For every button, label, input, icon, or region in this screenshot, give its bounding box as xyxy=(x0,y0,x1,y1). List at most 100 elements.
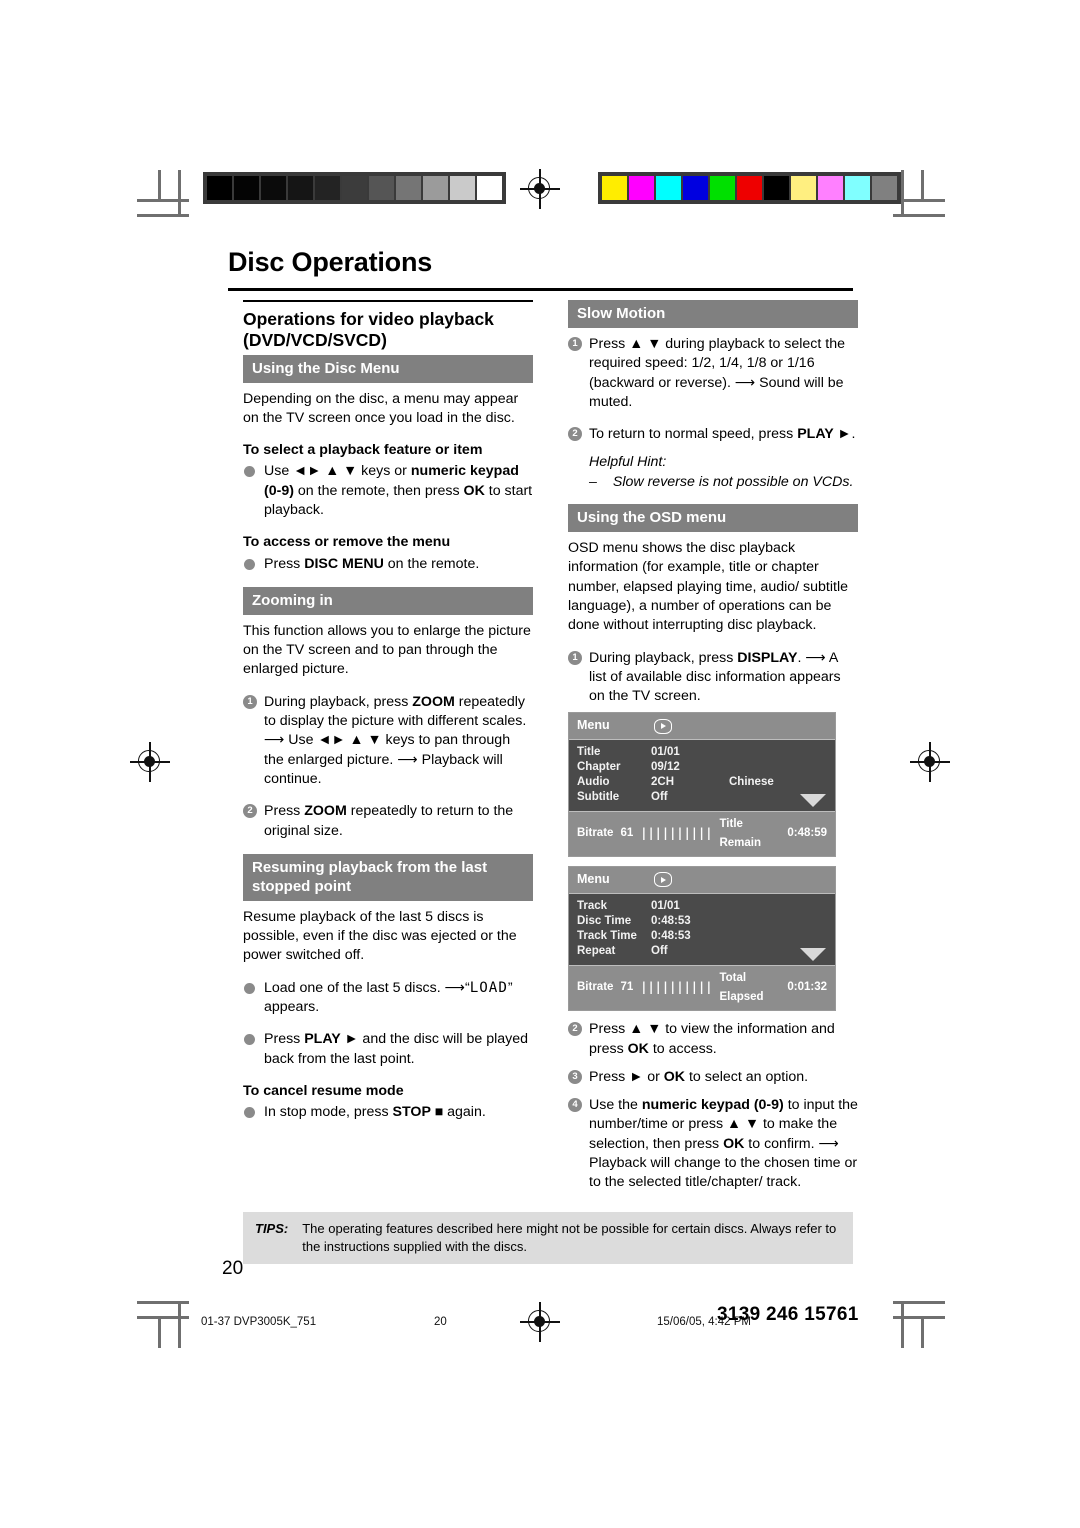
resuming-intro: Resume playback of the last 5 discs is p… xyxy=(243,908,517,964)
emphasis: ZOOM xyxy=(304,803,347,820)
calibration-swatch xyxy=(234,176,259,200)
osd-row-value: Off xyxy=(651,944,668,957)
updown-keys-icon: ▲ ▼ xyxy=(629,1021,662,1038)
chevron-down-icon[interactable] xyxy=(800,793,826,807)
bullet-icon xyxy=(244,982,255,994)
osd-row[interactable]: Track 01/01 xyxy=(577,899,827,914)
bullet-icon xyxy=(244,466,255,478)
emphasis: OK xyxy=(463,482,485,499)
calibration-swatch xyxy=(845,176,870,200)
calibration-swatch xyxy=(396,176,421,200)
osd-row-key: Repeat xyxy=(577,944,616,957)
play-icon xyxy=(653,872,672,888)
osd-row-value: 09/12 xyxy=(651,760,680,773)
osd-row-value: 0:48:53 xyxy=(651,914,691,927)
text: Load one of the last 5 discs. xyxy=(264,979,441,996)
arrow-right-icon: ⟶ xyxy=(264,732,285,749)
osd-title-bar: Menu xyxy=(569,713,835,740)
chevron-down-icon[interactable] xyxy=(800,947,826,961)
osd-row[interactable]: Disc Time 0:48:53 xyxy=(577,914,827,929)
step-number-badge: 2 xyxy=(568,1022,582,1037)
text: or xyxy=(643,1068,664,1085)
section-bar-zooming-in: Zooming in xyxy=(243,586,533,615)
arrow-right-icon: ⟶ xyxy=(734,374,756,391)
osd-row-key: Disc Time xyxy=(577,914,632,927)
list-item: 4 Use the numeric keypad (0-9) to input … xyxy=(568,1096,858,1192)
section-bar-using-osd-menu: Using the OSD menu xyxy=(568,504,858,533)
list-item: 2 Press ▲ ▼ to view the information and … xyxy=(568,1020,858,1059)
osd-remaining-value: 0:48:59 xyxy=(787,827,827,840)
list-item: 3 Press ► or OK to select an option. xyxy=(568,1068,858,1087)
emphasis: DISC MENU xyxy=(304,555,384,572)
step-number-badge: 1 xyxy=(243,694,257,709)
crop-mark-top-right-v2 xyxy=(901,170,904,216)
osd-row[interactable]: Chapter 09/12 xyxy=(577,760,827,775)
osd-row[interactable]: Title 01/01 xyxy=(577,745,827,760)
zooming-intro: This function allows you to enlarge the … xyxy=(243,622,531,678)
emphasis: OK xyxy=(663,1068,686,1085)
bullet-icon xyxy=(244,1034,255,1046)
crop-mark-bottom-left-v2 xyxy=(178,1302,181,1348)
osd-row-key: Track xyxy=(577,899,608,912)
lcd-display-text: LOAD xyxy=(469,979,508,996)
osd-screen-mockups: Menu Title 01/01 Chapter 09/12 Audio 2CH Chines… xyxy=(568,712,858,1012)
text: again. xyxy=(443,1104,486,1121)
calibration-swatch xyxy=(261,176,286,200)
osd-bitrate-value: 71 xyxy=(620,981,634,994)
osd-row[interactable]: Audio 2CH Chinese xyxy=(577,775,827,790)
osd-remaining-label: Title Remain xyxy=(719,817,762,850)
calibration-swatch xyxy=(207,176,232,200)
list-item: Press PLAY ► and the disc will be played… xyxy=(243,1030,533,1069)
calibration-swatch xyxy=(710,176,735,200)
osd-menu-label: Menu xyxy=(577,718,610,733)
emphasis: ZOOM xyxy=(412,693,455,710)
page-number: 20 xyxy=(222,1258,244,1279)
osd-row-value: 0:48:53 xyxy=(651,929,691,942)
dpad-keys-icon: ◄► ▲ ▼ xyxy=(317,732,382,749)
osd-row-extra: Chinese xyxy=(729,775,774,788)
text: Use xyxy=(288,732,318,749)
stop-button-label: STOP ■ xyxy=(392,1104,444,1121)
osd-row-key: Subtitle xyxy=(577,790,620,803)
osd-row[interactable]: Subtitle Off xyxy=(577,790,827,805)
hint-row: – Slow reverse is not possible on VCDs. xyxy=(589,473,858,492)
osd-row[interactable]: Track Time 0:48:53 xyxy=(577,929,827,944)
osd-intro: OSD menu shows the disc playback informa… xyxy=(568,540,848,634)
list-item: Use ◄► ▲ ▼ keys or numeric keypad (0-9) … xyxy=(243,462,533,520)
list-item: Press DISC MENU on the remote. xyxy=(243,555,533,574)
osd-row-key: Chapter xyxy=(577,760,621,773)
text: Use xyxy=(264,463,294,480)
osd-rows: Title 01/01 Chapter 09/12 Audio 2CH Chinese Sub… xyxy=(569,739,835,811)
calibration-swatch xyxy=(629,176,654,200)
calibration-swatch xyxy=(737,176,762,200)
text: on the remote, then press xyxy=(293,482,464,499)
osd-row[interactable]: Repeat Off xyxy=(577,944,827,959)
section-divider xyxy=(243,300,533,302)
list-item: 2 Press ZOOM repeatedly to return to the… xyxy=(243,802,533,841)
disc-menu-intro: Depending on the disc, a menu may appear… xyxy=(243,390,519,426)
osd-row-value: 01/01 xyxy=(651,899,680,912)
osd-bitrate-label: Bitrate xyxy=(577,827,614,840)
registration-mark-bottom xyxy=(520,1302,560,1342)
text: Press xyxy=(264,1031,305,1048)
step-number-badge: 3 xyxy=(568,1069,582,1084)
emphasis: OK xyxy=(723,1135,745,1152)
resuming-sub-cancel: To cancel resume mode xyxy=(243,1082,404,1099)
step-number-badge: 2 xyxy=(568,427,582,442)
osd-title-bar: Menu xyxy=(569,867,835,894)
osd-row-key: Track Time xyxy=(577,929,637,942)
crop-mark-bottom-left-v xyxy=(158,1316,161,1348)
calibration-swatch xyxy=(818,176,843,200)
registration-mark-left xyxy=(130,742,170,782)
text: to confirm. xyxy=(744,1135,815,1152)
osd-bitrate-value: 61 xyxy=(620,827,634,840)
osd-status-bar: Bitrate 61 |||||||||| Title Remain 0:48:59 xyxy=(569,810,835,857)
osd-screen: Menu Title 01/01 Chapter 09/12 Audio 2CH Chines… xyxy=(568,712,836,858)
title-divider xyxy=(228,288,853,291)
calibration-swatch xyxy=(477,176,502,200)
registration-mark-top xyxy=(520,169,560,209)
osd-row-value: Off xyxy=(651,790,668,803)
crop-mark-top-left-h2 xyxy=(137,214,189,217)
hint-text: Slow reverse is not possible on VCDs. xyxy=(612,473,854,490)
dpad-keys-icon: ◄► ▲ ▼ xyxy=(293,463,358,480)
